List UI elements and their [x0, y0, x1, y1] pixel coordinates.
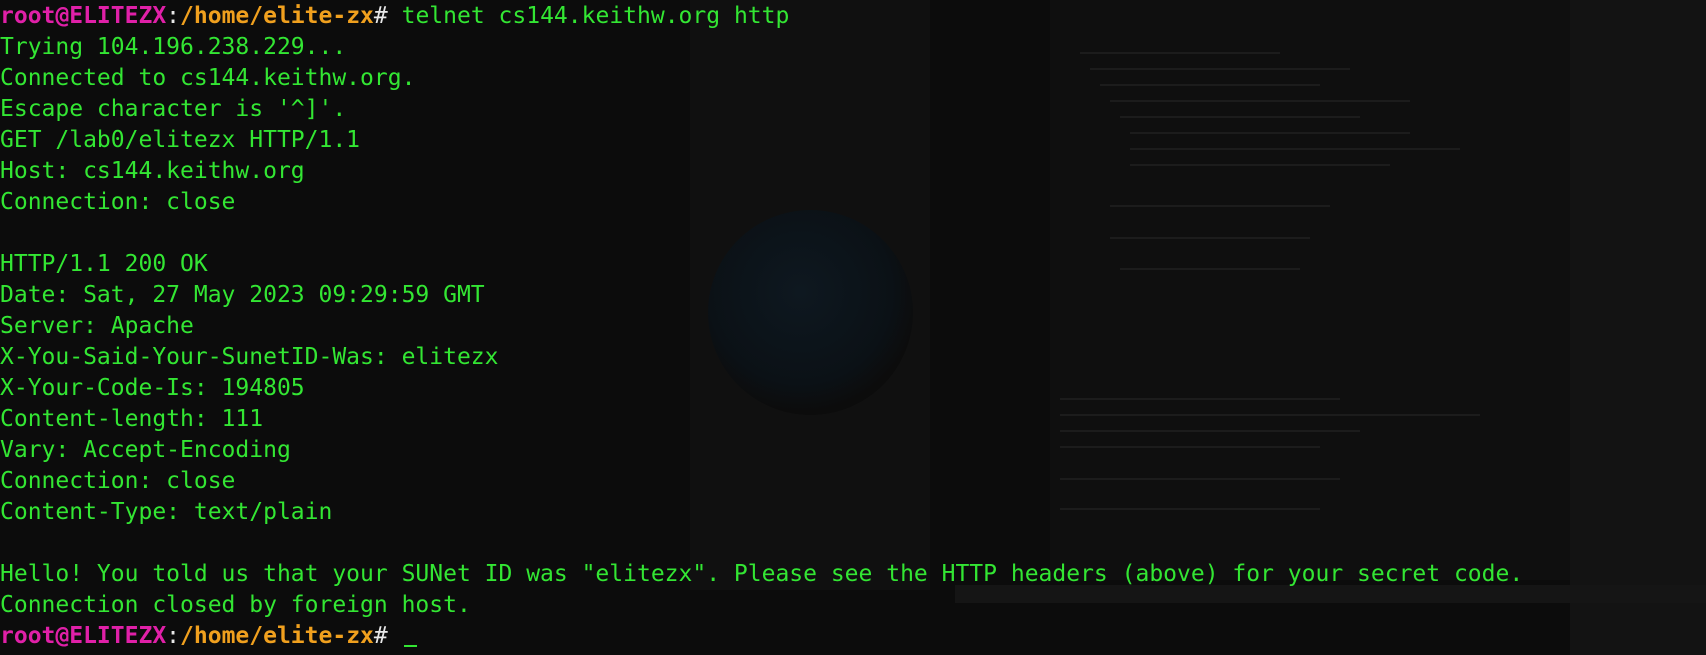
text-cursor[interactable] — [403, 645, 417, 647]
prompt-symbol: # — [373, 623, 402, 649]
output-line: Connection: close — [0, 189, 236, 215]
prompt-colon: : — [166, 3, 181, 29]
response-header-line: X-Your-Code-Is: 194805 — [0, 375, 305, 401]
response-header-line: Content-length: 111 — [0, 406, 264, 432]
prompt-colon: : — [166, 623, 181, 649]
response-status-line: HTTP/1.1 200 OK — [0, 251, 208, 277]
connection-closed-line: Connection closed by foreign host. — [0, 592, 471, 618]
response-header-line: Vary: Accept-Encoding — [0, 437, 291, 463]
prompt-user-host: root@ELITEZX — [0, 3, 167, 29]
response-header-line: Date: Sat, 27 May 2023 09:29:59 GMT — [0, 282, 485, 308]
terminal-window[interactable]: root@ELITEZX:/home/elite-zx# telnet cs14… — [0, 0, 1706, 655]
command-text: telnet cs144.keithw.org http — [401, 3, 790, 29]
output-line: Connected to cs144.keithw.org. — [0, 65, 416, 91]
response-body-line: Hello! You told us that your SUNet ID wa… — [0, 561, 1524, 587]
output-line: Trying 104.196.238.229... — [0, 34, 347, 60]
prompt-path: /home/elite-zx — [180, 623, 374, 649]
output-line: Host: cs144.keithw.org — [0, 158, 305, 184]
prompt-line-command: root@ELITEZX:/home/elite-zx# telnet cs14… — [0, 1, 1706, 32]
prompt-path: /home/elite-zx — [180, 3, 374, 29]
response-header-line: Server: Apache — [0, 313, 194, 339]
output-line: GET /lab0/elitezx HTTP/1.1 — [0, 127, 361, 153]
response-header-line: X-You-Said-Your-SunetID-Was: elitezx — [0, 344, 499, 370]
response-header-line: Content-Type: text/plain — [0, 499, 333, 525]
prompt-symbol: # — [373, 3, 402, 29]
prompt-line-current: root@ELITEZX:/home/elite-zx# — [0, 621, 1706, 652]
output-line: Escape character is '^]'. — [0, 96, 347, 122]
prompt-user-host: root@ELITEZX — [0, 623, 167, 649]
response-header-line: Connection: close — [0, 468, 236, 494]
